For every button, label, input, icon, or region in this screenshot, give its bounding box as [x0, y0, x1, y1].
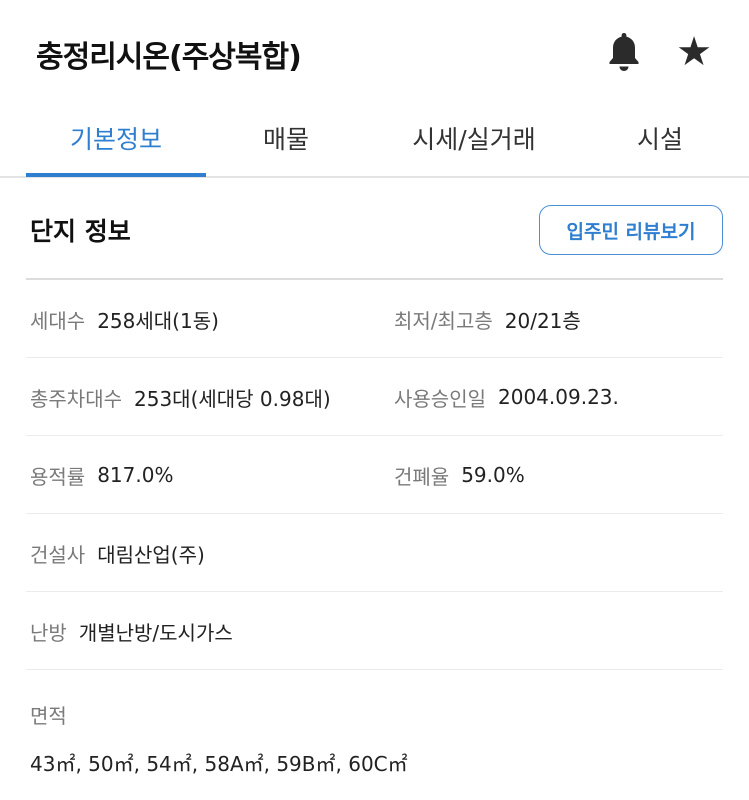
parking-label: 총주차대수	[30, 386, 122, 411]
floors-value: 20/21층	[504, 308, 581, 333]
resident-review-button[interactable]: 입주민 리뷰보기	[539, 205, 723, 255]
active-tab-indicator	[26, 173, 206, 177]
heating-value: 개별난방/도시가스	[78, 620, 233, 645]
households-label: 세대수	[30, 308, 86, 333]
area-value: 43㎡, 50㎡, 54㎡, 58A㎡, 59B㎡, 60C㎡	[30, 752, 408, 776]
tab-bar: 기본정보 매물 시세/실거래 시설	[0, 100, 749, 178]
builder-value: 대림산업(주)	[97, 542, 205, 567]
bcr-value: 59.0%	[461, 463, 525, 487]
households-cell: 세대수 258세대(1동)	[30, 280, 219, 358]
star-icon[interactable]: ★	[672, 28, 716, 76]
floors-label: 최저/최고층	[394, 308, 493, 333]
parking-value: 253대(세대당 0.98대)	[134, 386, 331, 411]
tab-basic-info[interactable]: 기본정보	[26, 100, 206, 176]
far-value: 817.0%	[97, 463, 174, 487]
tab-price-transactions[interactable]: 시세/실거래	[376, 100, 572, 176]
heating-label: 난방	[30, 620, 67, 645]
page-title: 충정리시온(주상복합)	[36, 40, 302, 75]
floors-cell: 최저/최고층 20/21층	[394, 280, 581, 358]
builder-label: 건설사	[30, 542, 86, 567]
parking-cell: 총주차대수 253대(세대당 0.98대)	[30, 358, 331, 436]
bell-icon[interactable]	[602, 28, 646, 76]
info-row: 총주차대수 253대(세대당 0.98대) 사용승인일 2004.09.23.	[26, 358, 723, 436]
app-header: 충정리시온(주상복합) ★	[0, 0, 749, 100]
households-value: 258세대(1동)	[97, 308, 219, 333]
bcr-label: 건폐율	[394, 464, 450, 489]
info-row: 용적률 817.0% 건폐율 59.0%	[26, 436, 723, 514]
tab-listings[interactable]: 매물	[206, 100, 366, 176]
area-label: 면적	[30, 704, 67, 728]
far-label: 용적률	[30, 464, 86, 489]
info-row: 건설사 대림산업(주)	[26, 514, 723, 592]
section-title: 단지 정보	[30, 217, 131, 246]
tab-facilities[interactable]: 시설	[590, 100, 730, 176]
approval-label: 사용승인일	[394, 386, 486, 411]
approval-cell: 사용승인일 2004.09.23.	[394, 358, 619, 436]
far-cell: 용적률 817.0%	[30, 436, 173, 514]
heating-cell: 난방 개별난방/도시가스	[30, 592, 233, 670]
info-row: 세대수 258세대(1동) 최저/최고층 20/21층	[26, 280, 723, 358]
approval-value: 2004.09.23.	[498, 385, 619, 409]
info-row: 난방 개별난방/도시가스	[26, 592, 723, 670]
builder-cell: 건설사 대림산업(주)	[30, 514, 205, 592]
bcr-cell: 건폐율 59.0%	[394, 436, 525, 514]
